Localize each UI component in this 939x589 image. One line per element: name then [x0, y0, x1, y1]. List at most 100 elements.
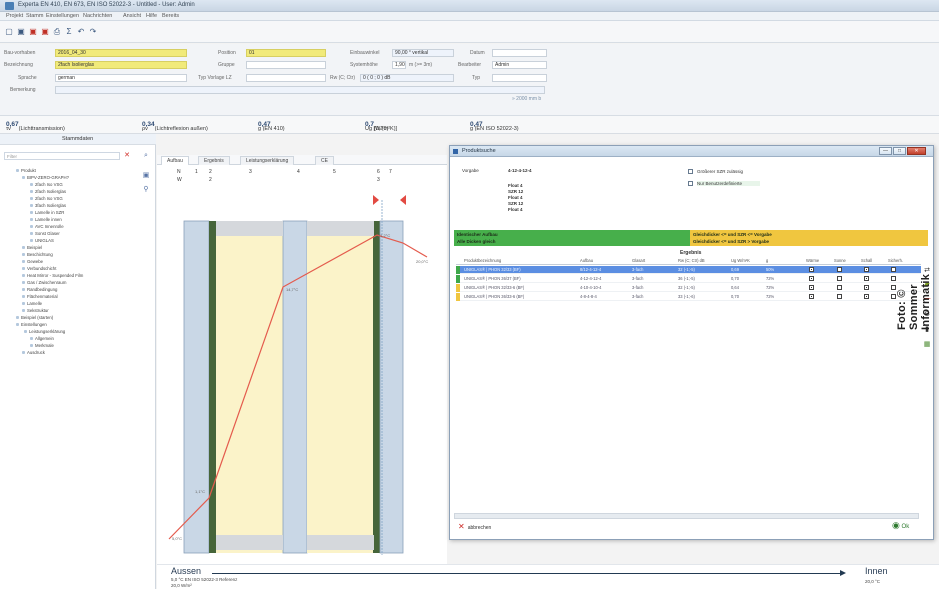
- option-user-defined-checkbox[interactable]: [688, 181, 693, 186]
- systemhoehe-field[interactable]: 1,90: [392, 61, 406, 69]
- tree-item[interactable]: Allgemein: [30, 336, 54, 341]
- datum-field[interactable]: [492, 49, 547, 57]
- schall-checkbox[interactable]: [864, 285, 869, 290]
- table-row[interactable]: UNIGLAS® | PHON 32/33-6 (BF) 4-10-4-10-4…: [456, 284, 921, 292]
- gruppe-select[interactable]: [246, 61, 326, 69]
- tree-item[interactable]: 2fach Isolierglas: [30, 189, 66, 194]
- menu-item[interactable]: Projekt: [6, 13, 23, 19]
- print-icon[interactable]: ⎙: [52, 27, 62, 37]
- schall-checkbox[interactable]: [864, 267, 869, 272]
- search-tree-icon[interactable]: ⌕: [142, 152, 150, 160]
- tree-item[interactable]: Gewebe: [22, 259, 43, 264]
- tree-item[interactable]: Produkt: [16, 168, 36, 173]
- tab-aufbau[interactable]: Aufbau: [161, 156, 189, 165]
- clear-filter-icon[interactable]: ✕: [123, 152, 131, 160]
- maximize-button[interactable]: □: [893, 147, 906, 155]
- cart-icon[interactable]: ⚲: [142, 186, 150, 194]
- tree-item[interactable]: Lamelle innen: [30, 217, 62, 222]
- waerme-checkbox[interactable]: [809, 294, 814, 299]
- filter-input[interactable]: Filter: [4, 152, 120, 160]
- tree-item[interactable]: Randbedingung: [22, 287, 57, 292]
- bauvorhaben-field[interactable]: 2016_04_30: [55, 49, 187, 57]
- typ-field[interactable]: [492, 74, 547, 82]
- save-icon[interactable]: ▣: [16, 27, 26, 37]
- sicherheit-checkbox[interactable]: [891, 267, 896, 272]
- sonne-checkbox[interactable]: [837, 267, 842, 272]
- waerme-checkbox[interactable]: [809, 267, 814, 272]
- cancel-button[interactable]: ✕ abbrechen: [458, 522, 491, 531]
- sprache-select[interactable]: german: [55, 74, 187, 82]
- menu-item[interactable]: Hilfe: [146, 13, 157, 19]
- tree-item[interactable]: 2fach Iso VSG: [30, 196, 63, 201]
- tree-item[interactable]: 3fach Isolierglas: [30, 203, 66, 208]
- col-waerme[interactable]: Wärme: [806, 258, 819, 263]
- table-row[interactable]: UNIGLAS® | PHON 36/33-6 (BF) 4-8-4-8-4 3…: [456, 293, 921, 301]
- save-copy-icon[interactable]: ▣: [28, 27, 38, 37]
- right-marker-icon[interactable]: [400, 195, 406, 205]
- tab-ergebnis[interactable]: Ergebnis: [198, 156, 230, 165]
- undo-icon[interactable]: ↶: [76, 27, 86, 37]
- tree-item[interactable]: AVC Innenrolle: [30, 224, 64, 229]
- tree-item[interactable]: Sonst Glaser: [30, 231, 60, 236]
- save-as-icon[interactable]: ▣: [40, 27, 50, 37]
- redo-icon[interactable]: ↷: [88, 27, 98, 37]
- tree-item[interactable]: Einstellungen: [16, 322, 47, 327]
- schall-checkbox[interactable]: [864, 276, 869, 281]
- tab-leistungserklaerung[interactable]: Leistungserklärung: [240, 156, 295, 165]
- tree-item[interactable]: UNIGLAS: [30, 238, 54, 243]
- new-file-icon[interactable]: ▢: [4, 27, 14, 37]
- table-row[interactable]: UNIGLAS® | PHON 32/33 (BF) 8/12-4-12-4 3…: [456, 266, 921, 274]
- bearbeiter-field[interactable]: Admin: [492, 61, 547, 69]
- tree-item[interactable]: Beispiel: [22, 245, 42, 250]
- tree-item[interactable]: Lamelle in SZR: [30, 210, 64, 215]
- col-schall[interactable]: Schall: [861, 258, 872, 263]
- tree-item[interactable]: Verbundschicht: [22, 266, 56, 271]
- menu-item[interactable]: Stamm: [26, 13, 43, 19]
- minimize-button[interactable]: —: [879, 147, 892, 155]
- position-field[interactable]: 01: [246, 49, 326, 57]
- horizontal-scrollbar[interactable]: [454, 513, 919, 519]
- waerme-checkbox[interactable]: [809, 276, 814, 281]
- tree-item[interactable]: Ausdruck: [22, 350, 45, 355]
- menu-item[interactable]: Bereits: [162, 13, 179, 19]
- menu-item[interactable]: Nachrichten: [83, 13, 112, 19]
- tree-item[interactable]: BIPV-ZERO-GRAPH?: [22, 175, 69, 180]
- col-g[interactable]: g: [766, 258, 768, 263]
- tree-item[interactable]: Gas / Zwischenraum: [22, 280, 66, 285]
- schall-checkbox[interactable]: [864, 294, 869, 299]
- col-aufbau[interactable]: Aufbau: [580, 258, 593, 263]
- col-ug[interactable]: Ug W/m²K: [731, 258, 750, 263]
- close-button[interactable]: ✕: [907, 147, 926, 155]
- col-sicherheit[interactable]: Sicherh.: [888, 258, 903, 263]
- left-marker-icon[interactable]: [373, 195, 379, 205]
- tree-item[interactable]: 2fach Iso VSG: [30, 182, 63, 187]
- excel-icon[interactable]: ▦: [923, 341, 931, 349]
- col-glasart[interactable]: Glasart: [632, 258, 645, 263]
- tree-item[interactable]: Beschichtung: [22, 252, 53, 257]
- tree-item[interactable]: Sekstruktur: [22, 308, 49, 313]
- col-produkt[interactable]: Produktbezeichnung: [464, 258, 501, 263]
- menu-item[interactable]: Einstellungen: [46, 13, 79, 19]
- tree-item[interactable]: Lamelle: [22, 301, 42, 306]
- sonne-checkbox[interactable]: [837, 285, 842, 290]
- rw-field[interactable]: 0 ( 0 ; 0 ) dB: [360, 74, 454, 82]
- tree-item[interactable]: Leistungserklärung: [24, 329, 65, 334]
- sonne-checkbox[interactable]: [837, 294, 842, 299]
- tree-item[interactable]: Flächenmaterial: [22, 294, 58, 299]
- tree-item[interactable]: Heat Mirror - Suspended Film: [22, 273, 83, 278]
- more-link[interactable]: » 2000 mm b: [512, 96, 541, 102]
- bemerkung-field[interactable]: [55, 86, 545, 94]
- calculate-icon[interactable]: Σ: [64, 27, 74, 37]
- ok-button[interactable]: ◉ Ok: [892, 520, 909, 531]
- bezeichnung-field[interactable]: 2fach Isolierglas: [55, 61, 187, 69]
- einbauwinkel-field[interactable]: 90,00 ° vertikal: [392, 49, 454, 57]
- col-sonne[interactable]: Sonne: [834, 258, 846, 263]
- tree-item[interactable]: Merkmale: [30, 343, 54, 348]
- tree-item[interactable]: Beispiel (starten): [16, 315, 53, 320]
- col-rw[interactable]: Rw (C; Ctr) dB: [678, 258, 705, 263]
- sonne-checkbox[interactable]: [837, 276, 842, 281]
- save-tree-icon[interactable]: ▣: [142, 172, 150, 180]
- menu-item[interactable]: Ansicht: [123, 13, 141, 19]
- typ-vorlage-select[interactable]: [246, 74, 326, 82]
- tab-ce[interactable]: CE: [315, 156, 334, 165]
